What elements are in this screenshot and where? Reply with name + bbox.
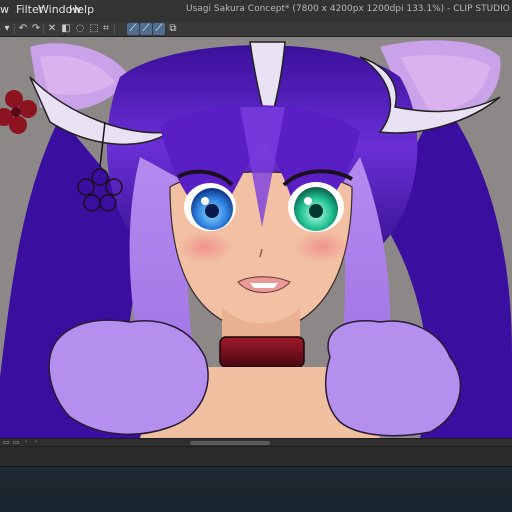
- transform-icon[interactable]: ⬚: [88, 23, 100, 35]
- os-taskbar: [0, 466, 512, 512]
- special-ruler-snap-icon[interactable]: ⟋: [140, 23, 152, 35]
- window-title: Usagi Sakura Concept* (7800 x 4200px 120…: [186, 4, 512, 14]
- zoom-out-icon[interactable]: ▭: [2, 438, 10, 446]
- grid-snap-icon[interactable]: ⟋: [153, 23, 165, 35]
- separator: [43, 24, 44, 34]
- undo-icon[interactable]: ↶: [17, 23, 29, 35]
- menu-item-help[interactable]: Help: [69, 3, 94, 16]
- rotate-icon[interactable]: ◦: [32, 438, 40, 446]
- app-window: w Filter Window Help Usagi Sakura Concep…: [0, 0, 512, 512]
- blush-left: [177, 231, 233, 263]
- redo-icon[interactable]: ↷: [30, 23, 42, 35]
- blush-right: [294, 231, 350, 263]
- command-bar: ▾ ↶ ↷ ✕ ◧ ◌ ⬚ ⌗ ⟋ ⟋ ⟋ ⧉: [0, 22, 512, 37]
- artwork-illustration[interactable]: [0, 37, 512, 438]
- ruler-snap-icon[interactable]: ⟋: [127, 23, 139, 35]
- scrollbar-thumb[interactable]: [190, 441, 270, 445]
- divider: [0, 466, 512, 467]
- status-bar: [0, 446, 512, 467]
- choker: [219, 336, 305, 368]
- clear-icon[interactable]: ✕: [46, 23, 58, 35]
- lasso-icon[interactable]: ◌: [74, 23, 86, 35]
- canvas[interactable]: [0, 37, 512, 438]
- menu-bar: w Filter Window Help Usagi Sakura Concep…: [0, 0, 512, 23]
- separator: [114, 24, 115, 34]
- separator: [14, 24, 15, 34]
- fur-collar-left: [48, 319, 209, 435]
- fit-icon[interactable]: ◦: [22, 438, 30, 446]
- zoom-icon[interactable]: ▾: [1, 23, 13, 35]
- menu-item-view[interactable]: w: [0, 3, 9, 16]
- crop-icon[interactable]: ⌗: [100, 23, 112, 35]
- zoom-in-icon[interactable]: ▭: [12, 438, 20, 446]
- reference-icon[interactable]: ⧉: [167, 23, 179, 35]
- fill-icon[interactable]: ◧: [60, 23, 72, 35]
